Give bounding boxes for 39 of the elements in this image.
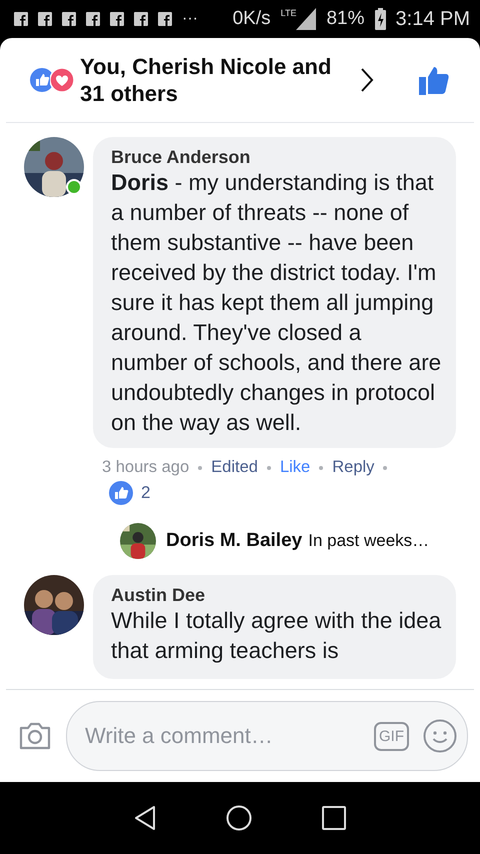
facebook-notification-icon [62,12,76,26]
reply-link[interactable]: Reply [332,458,374,477]
back-icon[interactable] [134,805,156,831]
reply-preview-text[interactable]: In past weeks… [308,531,430,551]
network-type: LTE [280,8,296,18]
like-icon[interactable] [418,64,450,96]
like-reaction-icon [109,481,133,505]
reaction-count[interactable]: 2 [141,483,150,503]
love-reaction-icon [50,68,74,92]
emoji-icon[interactable] [423,719,457,753]
comment-text: Doris - my understanding is that a number of threats -- none of them substantive -- have been received by the district today. I'm sure it has kept them all jumping around. They've closed a number of schools, and there are undoubtedly changes in protocol on the way as well. [111,169,442,437]
separator-dot [319,466,324,470]
comment-time: 3 hours ago [102,458,190,477]
comment-author[interactable]: Bruce Anderson [111,147,442,168]
facebook-notification-icon [158,12,172,26]
signal-icon [296,8,316,30]
reactions-summary[interactable]: You, Cherish Nicole and 31 others [80,53,348,107]
network-speed: 0K/s [232,8,271,30]
like-link[interactable]: Like [280,458,310,477]
separator-dot [383,466,388,470]
facebook-notification-icon [134,12,148,26]
chevron-right-icon[interactable] [360,67,374,93]
facebook-notification-icon [110,12,124,26]
facebook-notification-icon [14,12,28,26]
comment-text: While I totally agree with the idea that arming teachers is [111,607,442,665]
battery-charging-icon [374,8,386,30]
clock: 3:14 PM [396,8,470,30]
separator-dot [266,466,271,470]
facebook-notification-icon [38,12,52,26]
home-icon[interactable] [226,805,252,831]
edited-link[interactable]: Edited [211,458,258,477]
camera-icon[interactable] [18,721,52,751]
more-notifications: ··· [182,10,198,28]
battery-level: 81% [326,8,365,30]
recent-apps-icon[interactable] [322,806,346,830]
facebook-notification-icon [86,12,100,26]
separator-dot [198,466,202,470]
comment-author[interactable]: Austin Dee [111,585,442,606]
reply-author[interactable]: Doris M. Bailey [166,530,302,552]
